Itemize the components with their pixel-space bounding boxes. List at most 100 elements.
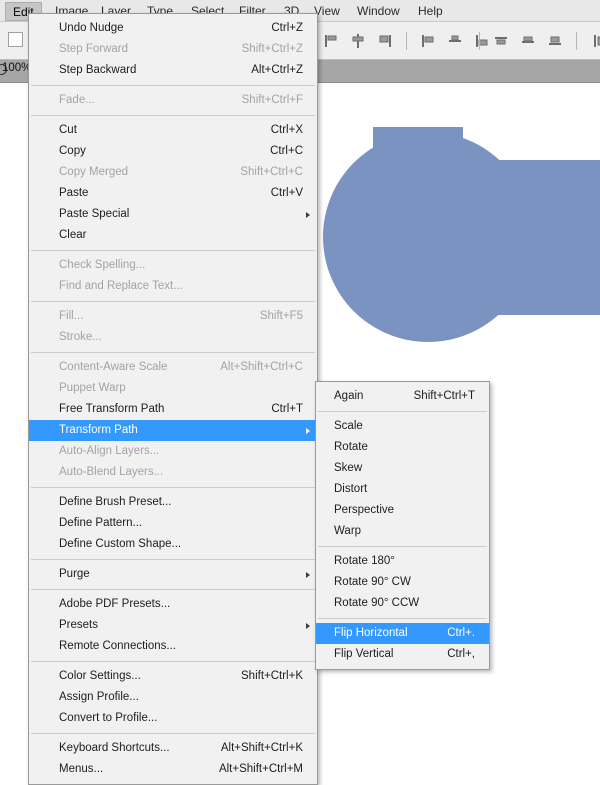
menu-separator (31, 85, 315, 86)
menu-separator (31, 733, 315, 734)
menu-item-label: Rotate 180° (316, 551, 395, 572)
menubar-item-help[interactable]: Help (411, 2, 450, 21)
menu-separator (318, 618, 487, 619)
submenu-arrow-icon (306, 428, 310, 434)
toolbar-divider-3 (576, 32, 577, 50)
menu-separator (31, 301, 315, 302)
menu-item-label: Define Brush Preset... (29, 492, 172, 513)
distribute-left-edges-icon[interactable] (587, 30, 600, 52)
menu-item-flip-horizontal[interactable]: Flip HorizontalCtrl+. (316, 623, 489, 644)
menu-item-shortcut: Alt+Shift+Ctrl+C (220, 357, 309, 378)
align-horizontal-centers-icon[interactable] (347, 30, 369, 52)
align-left-edges-icon[interactable] (320, 30, 342, 52)
menu-item-label: Perspective (316, 500, 394, 521)
menu-item-label: Transform Path (29, 420, 138, 441)
menu-item-puppet-warp: Puppet Warp (29, 378, 317, 399)
toolbar-divider-2 (479, 32, 480, 50)
menu-item-skew[interactable]: Skew (316, 458, 489, 479)
distribute-bottom-edges-icon[interactable] (544, 30, 566, 52)
menu-item-purge[interactable]: Purge (29, 564, 317, 585)
menu-item-paste-special[interactable]: Paste Special (29, 204, 317, 225)
menu-separator (318, 411, 487, 412)
zoom-level-label: 100% (2, 62, 31, 74)
menu-item-label: Find and Replace Text... (29, 276, 183, 297)
menubar-item-window[interactable]: Window (350, 2, 407, 21)
menu-item-step-backward[interactable]: Step BackwardAlt+Ctrl+Z (29, 60, 317, 81)
distribute-vertical-centers-icon[interactable] (517, 30, 539, 52)
menu-item-shortcut: Shift+Ctrl+K (241, 666, 309, 687)
menu-item-rotate[interactable]: Rotate (316, 437, 489, 458)
menu-item-undo-nudge[interactable]: Undo Nudge Ctrl+Z (29, 18, 317, 39)
align-top-edges-icon[interactable] (417, 30, 439, 52)
transform-path-submenu[interactable]: AgainShift+Ctrl+T ScaleRotateSkewDistortP… (315, 381, 490, 670)
menu-item-perspective[interactable]: Perspective (316, 500, 489, 521)
align-vertical-centers-icon[interactable] (444, 30, 466, 52)
menu-separator (31, 589, 315, 590)
menu-item-define-pattern[interactable]: Define Pattern... (29, 513, 317, 534)
menu-item-label: Copy Merged (29, 162, 128, 183)
menu-item-presets[interactable]: Presets (29, 615, 317, 636)
edit-menu-dropdown[interactable]: Undo NudgeCtrl+ZStep ForwardShift+Ctrl+Z… (28, 13, 318, 785)
menu-item-label: Undo Nudge (29, 18, 124, 39)
menu-item-adobe-pdf-presets[interactable]: Adobe PDF Presets... (29, 594, 317, 615)
distribute-top-edges-icon[interactable] (490, 30, 512, 52)
menu-item-find-and-replace-text: Find and Replace Text... (29, 276, 317, 297)
menu-item-warp[interactable]: Warp (316, 521, 489, 542)
menu-item-rotate-180[interactable]: Rotate 180° (316, 551, 489, 572)
menu-item-shortcut: Ctrl+X (271, 120, 309, 141)
menu-item-label: Scale (316, 416, 363, 437)
menu-item-stroke: Stroke... (29, 327, 317, 348)
menu-item-check-spelling: Check Spelling... (29, 255, 317, 276)
submenu-arrow-icon (306, 212, 310, 218)
menu-item-label: Check Spelling... (29, 255, 145, 276)
menu-item-remote-connections[interactable]: Remote Connections... (29, 636, 317, 657)
menu-item-shortcut: Ctrl+, (447, 644, 481, 665)
menu-item-shortcut: Ctrl+. (447, 623, 481, 644)
menu-item-menus[interactable]: Menus...Alt+Shift+Ctrl+M (29, 759, 317, 780)
menu-item-label: Puppet Warp (29, 378, 126, 399)
menu-item-label: Color Settings... (29, 666, 141, 687)
menu-item-shortcut: Ctrl+C (270, 141, 309, 162)
menu-item-label: Fade... (29, 90, 95, 111)
photoshop-window: 100% Auto- (0, 0, 600, 719)
menu-item-distort[interactable]: Distort (316, 479, 489, 500)
menu-item-rotate-90-cw[interactable]: Rotate 90° CW (316, 572, 489, 593)
menu-item-cut[interactable]: CutCtrl+X (29, 120, 317, 141)
menu-item-shortcut: Shift+F5 (260, 306, 309, 327)
menu-item-label: Rotate 90° CW (316, 572, 411, 593)
menu-item-label: Copy (29, 141, 86, 162)
menu-item-shortcut: Ctrl+Z (271, 18, 309, 39)
menu-item-label: Assign Profile... (29, 687, 139, 708)
menu-item-paste[interactable]: PasteCtrl+V (29, 183, 317, 204)
menu-item-keyboard-shortcuts[interactable]: Keyboard Shortcuts...Alt+Shift+Ctrl+K (29, 738, 317, 759)
menu-item-scale[interactable]: Scale (316, 416, 489, 437)
menu-item-shortcut: Shift+Ctrl+C (240, 162, 309, 183)
menu-item-fill: Fill... Shift+F5 (29, 306, 317, 327)
menu-item-label: Menus... (29, 759, 103, 780)
menu-item-label: Step Forward (29, 39, 128, 60)
menu-item-define-brush-preset[interactable]: Define Brush Preset... (29, 492, 317, 513)
menu-separator (318, 546, 487, 547)
menu-item-clear[interactable]: Clear (29, 225, 317, 246)
menu-item-free-transform-path[interactable]: Free Transform PathCtrl+T (29, 399, 317, 420)
submenu-arrow-icon (306, 572, 310, 578)
menu-item-label: Content-Aware Scale (29, 357, 167, 378)
align-right-edges-icon[interactable] (374, 30, 396, 52)
menu-item-shortcut: Alt+Shift+Ctrl+K (221, 738, 309, 759)
menu-item-transform-path[interactable]: Transform Path (29, 420, 317, 441)
menu-item-label: Flip Vertical (316, 644, 393, 665)
menu-separator (31, 559, 315, 560)
submenu-arrow-icon (306, 623, 310, 629)
menu-item-rotate-90-ccw[interactable]: Rotate 90° CCW (316, 593, 489, 614)
menu-item-label: Fill... (29, 306, 83, 327)
menu-item-define-custom-shape[interactable]: Define Custom Shape... (29, 534, 317, 555)
menu-item-copy[interactable]: Copy Ctrl+C (29, 141, 317, 162)
auto-select-checkbox[interactable] (8, 32, 23, 47)
menu-item-again[interactable]: AgainShift+Ctrl+T (316, 386, 489, 407)
menu-separator (31, 661, 315, 662)
menu-separator (31, 250, 315, 251)
menu-item-label: Purge (29, 564, 90, 585)
menu-item-flip-vertical[interactable]: Flip Vertical Ctrl+, (316, 644, 489, 665)
menu-item-assign-profile[interactable]: Assign Profile... (29, 687, 317, 708)
menu-item-color-settings[interactable]: Color Settings... Shift+Ctrl+K (29, 666, 317, 687)
